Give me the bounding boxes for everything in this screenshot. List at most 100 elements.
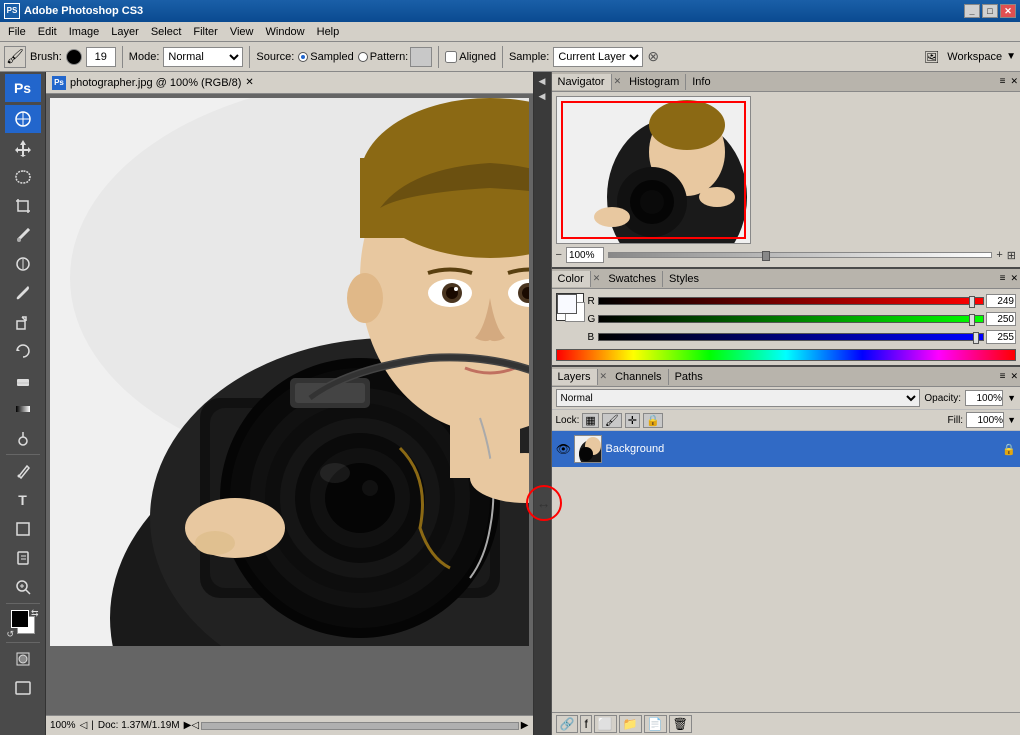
tool-dodge[interactable] <box>5 424 41 452</box>
layer-row-background[interactable]: 👁 Background 🔒 <box>552 431 1020 467</box>
sampled-radio[interactable] <box>298 52 308 62</box>
b-value[interactable] <box>986 330 1016 344</box>
swap-colors-icon[interactable]: ⇆ <box>31 608 39 619</box>
mode-select[interactable]: Normal Multiply Screen <box>163 47 243 67</box>
layers-tab-paths[interactable]: Paths <box>669 369 709 385</box>
nav-left-icon[interactable]: ◁ <box>80 720 88 731</box>
menu-layer[interactable]: Layer <box>105 24 145 40</box>
nav-tab-navigator[interactable]: Navigator <box>552 74 612 90</box>
lock-image-icon[interactable]: 🖌 <box>602 413 622 428</box>
tool-crop[interactable] <box>5 192 41 220</box>
layer-eye-icon[interactable]: 👁 <box>556 441 572 457</box>
tool-notes[interactable] <box>5 544 41 572</box>
layers-panel-close[interactable]: ✕ <box>1008 371 1020 382</box>
menu-help[interactable]: Help <box>311 24 346 40</box>
color-tab-swatches[interactable]: Swatches <box>602 271 663 287</box>
layers-tab-layers[interactable]: Layers <box>552 369 598 385</box>
foreground-color-swatch[interactable] <box>11 610 29 628</box>
b-slider[interactable] <box>598 333 985 341</box>
lock-position-icon[interactable]: ✛ <box>625 413 640 428</box>
tool-eyedropper[interactable] <box>5 221 41 249</box>
sample-cancel-icon[interactable]: ⊗ <box>647 48 659 65</box>
color-panel-options[interactable]: ≡ <box>997 273 1009 284</box>
workspace-dropdown-icon[interactable]: ▼ <box>1006 51 1016 62</box>
menu-select[interactable]: Select <box>145 24 188 40</box>
color-panel-close[interactable]: ✕ <box>1008 273 1020 284</box>
add-style-icon[interactable]: f <box>580 715 591 733</box>
tool-spot-healing[interactable] <box>5 250 41 278</box>
sampled-radio-label[interactable]: Sampled <box>298 51 353 63</box>
color-picker[interactable]: ⇆ ↺ <box>5 608 41 640</box>
minimize-button[interactable]: _ <box>964 4 980 18</box>
sample-select[interactable]: Current Layer All Layers <box>553 47 643 67</box>
g-value[interactable] <box>986 312 1016 326</box>
collapse-icon-2[interactable]: ◀ <box>539 91 546 102</box>
maximize-button[interactable]: □ <box>982 4 998 18</box>
tool-eraser[interactable] <box>5 366 41 394</box>
footer-scroll-right[interactable]: ▶ <box>521 720 529 731</box>
new-group-icon[interactable]: 📁 <box>619 715 642 733</box>
collapse-icon[interactable]: ◀ <box>539 76 546 87</box>
color-swatch-fg[interactable] <box>556 293 584 321</box>
g-slider[interactable] <box>598 315 985 323</box>
fill-input[interactable] <box>966 412 1004 428</box>
footer-expand[interactable]: ▶ <box>184 720 192 731</box>
tool-history[interactable] <box>5 337 41 365</box>
nav-zoom-input[interactable] <box>566 247 604 263</box>
layers-tab-close[interactable]: ✕ <box>598 371 610 382</box>
nav-zoom-slider[interactable] <box>608 252 992 258</box>
footer-scrollbar[interactable] <box>201 722 519 730</box>
delete-layer-icon[interactable]: 🗑 <box>669 715 692 733</box>
tool-zoom[interactable] <box>5 573 41 601</box>
tool-lasso[interactable] <box>5 163 41 191</box>
tool-healingbrush[interactable] <box>5 105 41 133</box>
aligned-checkbox-label[interactable]: Aligned <box>445 51 496 63</box>
canvas-close-icon[interactable]: ✕ <box>245 77 253 88</box>
tool-shape[interactable] <box>5 515 41 543</box>
layers-panel-options[interactable]: ≡ <box>997 371 1009 382</box>
menu-edit[interactable]: Edit <box>32 24 63 40</box>
r-slider[interactable] <box>598 297 985 305</box>
tool-pen[interactable] <box>5 457 41 485</box>
menu-window[interactable]: Window <box>260 24 311 40</box>
pattern-radio-label[interactable]: Pattern: <box>358 47 433 67</box>
color-tab-styles[interactable]: Styles <box>663 271 705 287</box>
color-spectrum[interactable] <box>556 349 1017 361</box>
menu-filter[interactable]: Filter <box>187 24 223 40</box>
g-slider-thumb[interactable] <box>969 314 975 326</box>
layers-tab-channels[interactable]: Channels <box>609 369 668 385</box>
aligned-checkbox[interactable] <box>445 51 457 63</box>
menu-image[interactable]: Image <box>63 24 106 40</box>
nav-tab-histogram[interactable]: Histogram <box>623 74 686 90</box>
lock-all-icon[interactable]: 🔒 <box>643 413 663 428</box>
layers-blend-select[interactable]: Normal Multiply <box>556 389 921 407</box>
collapse-strip[interactable]: ◀ ◀ <box>534 72 552 735</box>
zoom-plus-icon[interactable]: + <box>996 249 1002 261</box>
tool-brush[interactable] <box>5 279 41 307</box>
b-slider-thumb[interactable] <box>973 332 979 344</box>
opacity-input[interactable] <box>965 390 1003 406</box>
nav-tab-close[interactable]: ✕ <box>612 76 624 87</box>
color-tab-close[interactable]: ✕ <box>591 273 603 284</box>
menu-view[interactable]: View <box>224 24 260 40</box>
fill-arrow[interactable]: ▼ <box>1007 415 1016 425</box>
menu-file[interactable]: File <box>2 24 32 40</box>
footer-scroll-left[interactable]: ◁ <box>191 720 199 731</box>
add-mask-icon[interactable]: ⬜ <box>594 715 617 733</box>
nav-fullscreen-icon[interactable]: ⊞ <box>1007 249 1016 262</box>
color-tab-color[interactable]: Color <box>552 271 591 287</box>
r-slider-thumb[interactable] <box>969 296 975 308</box>
pattern-radio[interactable] <box>358 52 368 62</box>
tool-clone[interactable] <box>5 308 41 336</box>
close-button[interactable]: ✕ <box>1000 4 1016 18</box>
new-layer-icon[interactable]: 📄 <box>644 715 667 733</box>
tool-move[interactable] <box>5 134 41 162</box>
r-value[interactable] <box>986 294 1016 308</box>
lock-transparency-icon[interactable]: ▦ <box>582 413 598 428</box>
opacity-arrow[interactable]: ▼ <box>1007 393 1016 403</box>
tool-screenmode[interactable] <box>5 674 41 702</box>
default-colors-icon[interactable]: ↺ <box>7 629 15 640</box>
brush-size-input[interactable] <box>86 47 116 67</box>
nav-panel-close[interactable]: ✕ <box>1008 76 1020 87</box>
zoom-minus-icon[interactable]: − <box>556 249 562 261</box>
